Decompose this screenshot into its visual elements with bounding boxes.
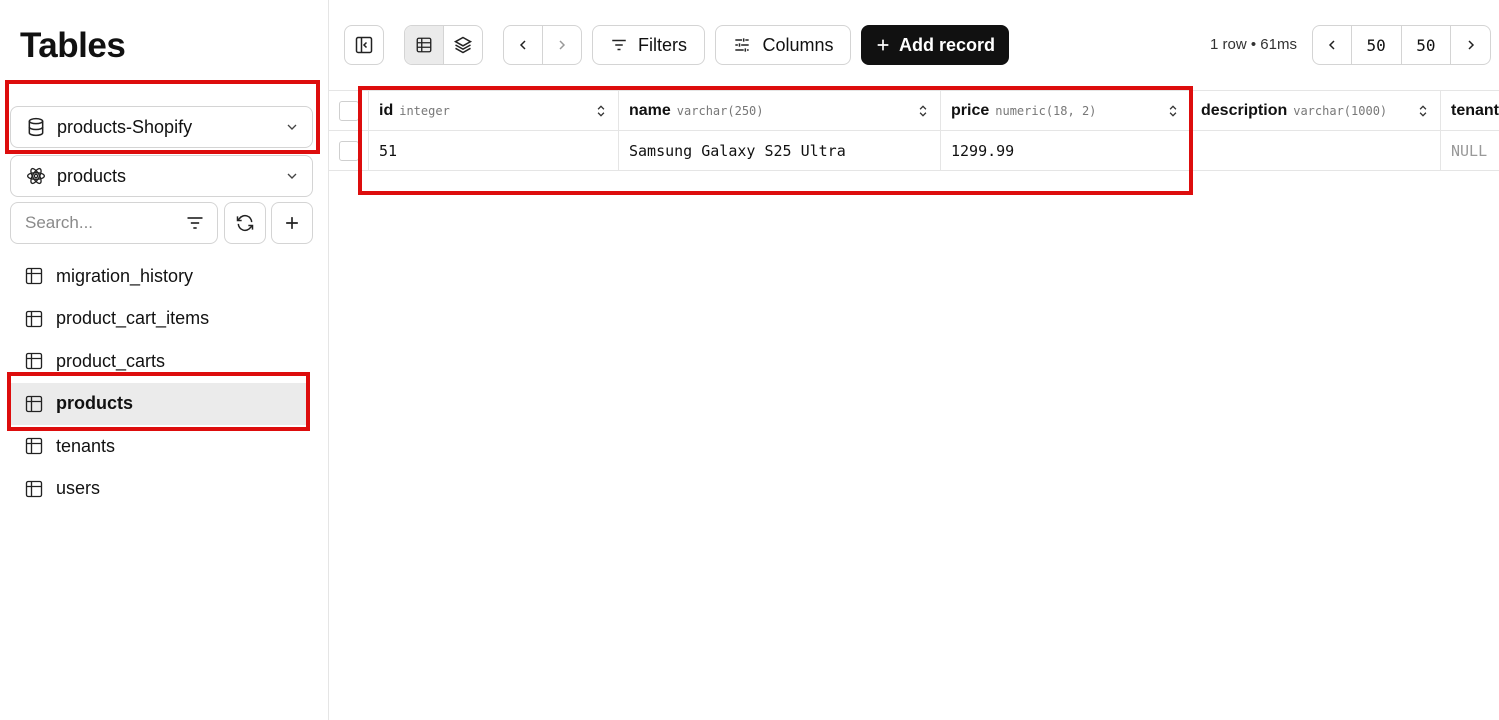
chevron-right-icon bbox=[1468, 40, 1474, 50]
history-nav bbox=[503, 25, 582, 65]
column-type: varchar(1000) bbox=[1293, 103, 1388, 118]
filters-label: Filters bbox=[638, 34, 687, 55]
layers-view-button[interactable] bbox=[444, 26, 483, 64]
chevron-left-icon bbox=[519, 40, 526, 50]
table-icon bbox=[25, 353, 43, 370]
chevron-down-icon bbox=[287, 173, 297, 179]
database-select-value: products-Shopify bbox=[57, 116, 193, 137]
schema-icon bbox=[25, 165, 47, 187]
table-item-label: product_cart_items bbox=[56, 308, 210, 329]
select-all-cell bbox=[329, 91, 369, 130]
table-item-label: migration_history bbox=[56, 265, 194, 286]
table-list: migration_history product_cart_items pro… bbox=[10, 255, 308, 510]
cell-description[interactable] bbox=[1191, 131, 1441, 170]
sort-icon[interactable] bbox=[916, 104, 930, 118]
column-header-description[interactable]: description varchar(1000) bbox=[1191, 91, 1441, 130]
column-type: numeric(18, 2) bbox=[995, 103, 1097, 118]
chevron-down-icon bbox=[287, 124, 297, 130]
table-item[interactable]: tenants bbox=[10, 425, 308, 468]
page-size[interactable]: 50 bbox=[1402, 26, 1452, 64]
table-item[interactable]: migration_history bbox=[10, 255, 308, 298]
refresh-icon bbox=[236, 214, 254, 232]
table-item-active[interactable]: products bbox=[10, 382, 308, 425]
table-icon bbox=[25, 310, 43, 327]
database-select[interactable]: products-Shopify bbox=[10, 106, 313, 148]
column-name: name bbox=[629, 101, 671, 119]
table-row[interactable]: 51 Samsung Galaxy S25 Ultra 1299.99 NULL bbox=[329, 131, 1499, 171]
next-page-button[interactable] bbox=[1451, 26, 1490, 64]
columns-label: Columns bbox=[762, 34, 834, 55]
cell-tenant[interactable]: NULL bbox=[1441, 131, 1499, 170]
schema-select[interactable]: products bbox=[10, 155, 313, 197]
table-item-label: tenants bbox=[56, 435, 116, 456]
table-item-label: products bbox=[56, 393, 134, 414]
filter-icon[interactable] bbox=[185, 213, 205, 233]
layers-icon bbox=[453, 36, 472, 54]
chevron-left-icon bbox=[1328, 40, 1335, 50]
sort-icon[interactable] bbox=[594, 104, 608, 118]
page-number[interactable]: 50 bbox=[1352, 26, 1402, 64]
sort-icon[interactable] bbox=[1416, 104, 1430, 118]
grid-view-button[interactable] bbox=[405, 26, 444, 64]
column-header-price[interactable]: price numeric(18, 2) bbox=[941, 91, 1191, 130]
table-item[interactable]: users bbox=[10, 468, 308, 511]
schema-select-value: products bbox=[57, 165, 127, 186]
column-header-name[interactable]: name varchar(250) bbox=[619, 91, 941, 130]
grid-header-row: id integer name varchar(250) price numer… bbox=[329, 91, 1499, 131]
column-name: price bbox=[951, 101, 990, 119]
add-record-label: Add record bbox=[898, 34, 995, 55]
column-type: varchar(250) bbox=[676, 103, 764, 118]
plus-icon bbox=[286, 217, 298, 229]
table-icon bbox=[25, 395, 43, 412]
add-table-button[interactable] bbox=[271, 202, 313, 244]
table-icon bbox=[25, 438, 43, 455]
sidebar-title: Tables bbox=[20, 26, 126, 65]
column-header-id[interactable]: id integer bbox=[369, 91, 619, 130]
column-name: description bbox=[1201, 101, 1288, 119]
back-button[interactable] bbox=[504, 26, 543, 64]
filters-button[interactable]: Filters bbox=[592, 25, 705, 65]
table-item-label: product_carts bbox=[56, 350, 166, 371]
sort-icon[interactable] bbox=[1166, 104, 1180, 118]
add-record-button[interactable]: Add record bbox=[861, 25, 1009, 65]
table-item[interactable]: product_cart_items bbox=[10, 298, 308, 341]
refresh-button[interactable] bbox=[224, 202, 266, 244]
select-all-checkbox[interactable] bbox=[338, 100, 359, 121]
plus-icon bbox=[877, 39, 889, 51]
forward-button[interactable] bbox=[543, 26, 582, 64]
column-header-tenant[interactable]: tenant bbox=[1441, 91, 1499, 130]
chevron-right-icon bbox=[559, 40, 565, 50]
pagination: 50 50 bbox=[1312, 25, 1491, 65]
view-toggle bbox=[404, 25, 483, 65]
column-type: integer bbox=[399, 103, 450, 118]
table-icon bbox=[25, 268, 43, 285]
cell-name[interactable]: Samsung Galaxy S25 Ultra bbox=[619, 131, 941, 170]
filter-icon bbox=[612, 39, 626, 51]
database-icon bbox=[25, 116, 47, 138]
row-checkbox[interactable] bbox=[338, 140, 359, 161]
table-icon bbox=[416, 37, 432, 53]
cell-id[interactable]: 51 bbox=[369, 131, 619, 170]
cell-price[interactable]: 1299.99 bbox=[941, 131, 1191, 170]
sidebar-collapse-icon bbox=[355, 36, 373, 54]
table-item-label: users bbox=[56, 478, 101, 499]
sliders-icon bbox=[735, 38, 750, 52]
collapse-sidebar-button[interactable] bbox=[344, 25, 384, 65]
columns-button[interactable]: Columns bbox=[715, 25, 851, 65]
sidebar: Tables products-Shopify products migrati… bbox=[0, 0, 329, 720]
row-select-cell bbox=[329, 131, 369, 170]
data-grid: id integer name varchar(250) price numer… bbox=[329, 90, 1499, 171]
column-name: id bbox=[379, 101, 394, 119]
query-status: 1 row • 61ms bbox=[1210, 36, 1297, 53]
prev-page-button[interactable] bbox=[1313, 26, 1352, 64]
table-item[interactable]: product_carts bbox=[10, 340, 308, 383]
table-icon bbox=[25, 480, 43, 497]
column-name: tenant bbox=[1451, 101, 1499, 119]
